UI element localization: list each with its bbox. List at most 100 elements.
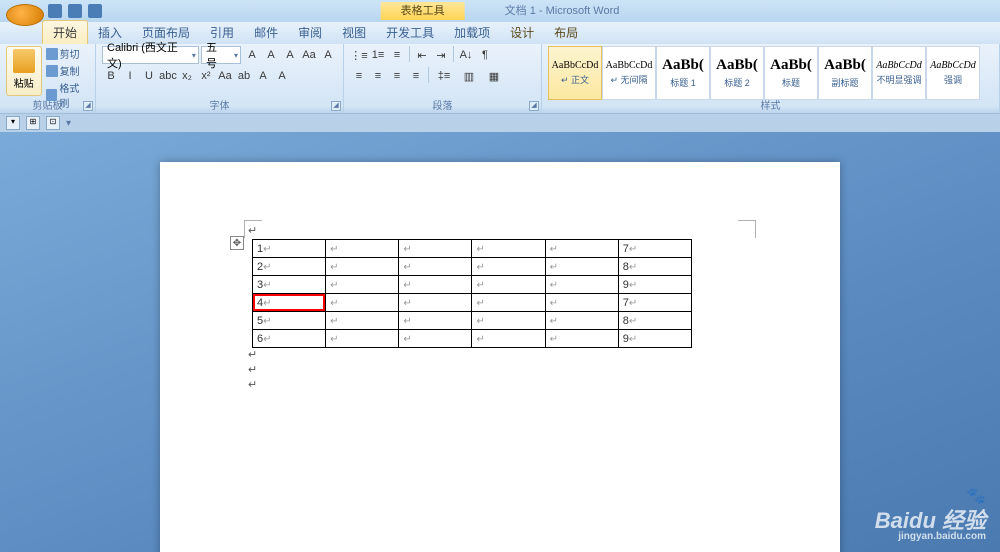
font-bot-btn-8[interactable]: A [254, 67, 272, 85]
cell-r3-c1[interactable]: ↵ [326, 294, 399, 312]
style-标题 2[interactable]: AaBb(标题 2 [710, 46, 764, 100]
cell-r3-c0[interactable]: 4↵ [253, 294, 326, 312]
font-bot-btn-9[interactable]: A [273, 67, 291, 85]
cell-r4-c1[interactable]: ↵ [326, 312, 399, 330]
font-top-btn-3[interactable]: Aa [300, 46, 318, 64]
style-↵ 正文[interactable]: AaBbCcDd↵ 正文 [548, 46, 602, 100]
cell-r4-c2[interactable]: ↵ [399, 312, 472, 330]
cell-r0-c5[interactable]: 7↵ [618, 240, 691, 258]
style-强调[interactable]: AaBbCcDd强调 [926, 46, 980, 100]
office-button[interactable] [6, 4, 44, 26]
styles-gallery[interactable]: AaBbCcDd↵ 正文AaBbCcDd↵ 无间隔AaBb(标题 1AaBb(标… [548, 46, 993, 100]
indent-right-button[interactable]: ⇥ [432, 46, 450, 64]
bullets-button[interactable]: ⋮≡ [350, 46, 368, 64]
cell-r1-c4[interactable]: ↵ [545, 258, 618, 276]
tab-视图[interactable]: 视图 [332, 21, 376, 44]
style-副标题[interactable]: AaBb(副标题 [818, 46, 872, 100]
cell-r2-c2[interactable]: ↵ [399, 276, 472, 294]
align-left-button[interactable]: ≡ [350, 67, 368, 85]
qat-save-icon[interactable] [48, 4, 62, 18]
cell-r4-c5[interactable]: 8↵ [618, 312, 691, 330]
show-marks-button[interactable]: ¶ [476, 46, 494, 64]
cell-r0-c3[interactable]: ↵ [472, 240, 545, 258]
cell-r3-c5[interactable]: 7↵ [618, 294, 691, 312]
cut-button[interactable]: 剪切 [46, 46, 89, 61]
align-right-button[interactable]: ≡ [388, 67, 406, 85]
font-top-btn-0[interactable]: A [243, 46, 261, 64]
tab-设计[interactable]: 设计 [500, 21, 544, 44]
font-top-btn-1[interactable]: A [262, 46, 280, 64]
qat-redo-icon[interactable] [88, 4, 102, 18]
cell-r1-c0[interactable]: 2↵ [253, 258, 326, 276]
qat-undo-icon[interactable] [68, 4, 82, 18]
style-↵ 无间隔[interactable]: AaBbCcDd↵ 无间隔 [602, 46, 656, 100]
clipboard-dialog-launcher[interactable]: ◢ [83, 101, 93, 111]
cell-r0-c1[interactable]: ↵ [326, 240, 399, 258]
copy-button[interactable]: 复制 [46, 63, 89, 78]
cell-r5-c2[interactable]: ↵ [399, 330, 472, 348]
cell-r5-c5[interactable]: 9↵ [618, 330, 691, 348]
align-center-button[interactable]: ≡ [369, 67, 387, 85]
font-size-combo[interactable]: 五号 [201, 46, 241, 64]
multilevel-button[interactable]: ≡ [388, 46, 406, 64]
tab-开始[interactable]: 开始 [42, 20, 88, 44]
style-标题 1[interactable]: AaBb(标题 1 [656, 46, 710, 100]
cell-r1-c1[interactable]: ↵ [326, 258, 399, 276]
cell-r0-c0[interactable]: 1↵ [253, 240, 326, 258]
cell-r2-c0[interactable]: 3↵ [253, 276, 326, 294]
borders-button[interactable]: ▦ [482, 67, 506, 85]
justify-button[interactable]: ≡ [407, 67, 425, 85]
tab-开发工具[interactable]: 开发工具 [376, 21, 444, 44]
cell-r4-c4[interactable]: ↵ [545, 312, 618, 330]
line-spacing-button[interactable]: ‡≡ [432, 67, 456, 85]
cell-r5-c3[interactable]: ↵ [472, 330, 545, 348]
cell-r1-c3[interactable]: ↵ [472, 258, 545, 276]
font-top-btn-4[interactable]: A [319, 46, 337, 64]
paste-button[interactable]: 粘贴 [6, 46, 42, 96]
ruler-btn-2[interactable]: ⊞ [26, 116, 40, 130]
sort-button[interactable]: A↓ [457, 46, 475, 64]
ruler-btn-3[interactable]: ⊡ [46, 116, 60, 130]
copy-icon [46, 65, 58, 77]
font-bot-btn-7[interactable]: ab [235, 67, 253, 85]
cell-r2-c5[interactable]: 9↵ [618, 276, 691, 294]
cell-r5-c4[interactable]: ↵ [545, 330, 618, 348]
font-dialog-launcher[interactable]: ◢ [331, 101, 341, 111]
shading-button[interactable]: ▥ [457, 67, 481, 85]
cell-r4-c3[interactable]: ↵ [472, 312, 545, 330]
ribbon: 粘贴 剪切 复制 格式刷 剪贴板 ◢ Calibri (西文正文) 五号 AAA… [0, 44, 1000, 114]
tab-审阅[interactable]: 审阅 [288, 21, 332, 44]
cell-r0-c2[interactable]: ↵ [399, 240, 472, 258]
cell-r2-c1[interactable]: ↵ [326, 276, 399, 294]
tab-布局[interactable]: 布局 [544, 21, 588, 44]
indent-left-button[interactable]: ⇤ [413, 46, 431, 64]
cell-r3-c3[interactable]: ↵ [472, 294, 545, 312]
document-table[interactable]: 1↵↵↵↵↵7↵2↵↵↵↵↵8↵3↵↵↵↵↵9↵4↵↵↵↵↵7↵5↵↵↵↵↵8↵… [252, 239, 692, 348]
cell-r5-c1[interactable]: ↵ [326, 330, 399, 348]
document-area[interactable]: ↵ ✥ 1↵↵↵↵↵7↵2↵↵↵↵↵8↵3↵↵↵↵↵9↵4↵↵↵↵↵7↵5↵↵↵… [0, 132, 1000, 552]
style-不明显强调[interactable]: AaBbCcDd不明显强调 [872, 46, 926, 100]
tab-加载项[interactable]: 加载项 [444, 21, 500, 44]
cell-r3-c2[interactable]: ↵ [399, 294, 472, 312]
ruler-btn-1[interactable]: ▾ [6, 116, 20, 130]
cell-r3-c4[interactable]: ↵ [545, 294, 618, 312]
numbering-button[interactable]: 1≡ [369, 46, 387, 64]
tab-邮件[interactable]: 邮件 [244, 21, 288, 44]
ruler-bar: ▾ ⊞ ⊡ ▾ [0, 114, 1000, 132]
cell-r2-c4[interactable]: ↵ [545, 276, 618, 294]
font-top-btn-2[interactable]: A [281, 46, 299, 64]
paragraph-dialog-launcher[interactable]: ◢ [529, 101, 539, 111]
cell-r5-c0[interactable]: 6↵ [253, 330, 326, 348]
cell-r0-c4[interactable]: ↵ [545, 240, 618, 258]
quick-access-toolbar [48, 4, 102, 18]
paste-label: 粘贴 [14, 79, 34, 90]
cell-r1-c2[interactable]: ↵ [399, 258, 472, 276]
cell-r2-c3[interactable]: ↵ [472, 276, 545, 294]
style-标题[interactable]: AaBb(标题 [764, 46, 818, 100]
ruler-dropdown[interactable]: ▾ [66, 118, 71, 129]
table-move-handle[interactable]: ✥ [230, 236, 244, 250]
group-label-font: 字体 [96, 97, 343, 112]
cell-r1-c5[interactable]: 8↵ [618, 258, 691, 276]
cell-r4-c0[interactable]: 5↵ [253, 312, 326, 330]
font-name-combo[interactable]: Calibri (西文正文) [102, 46, 199, 64]
